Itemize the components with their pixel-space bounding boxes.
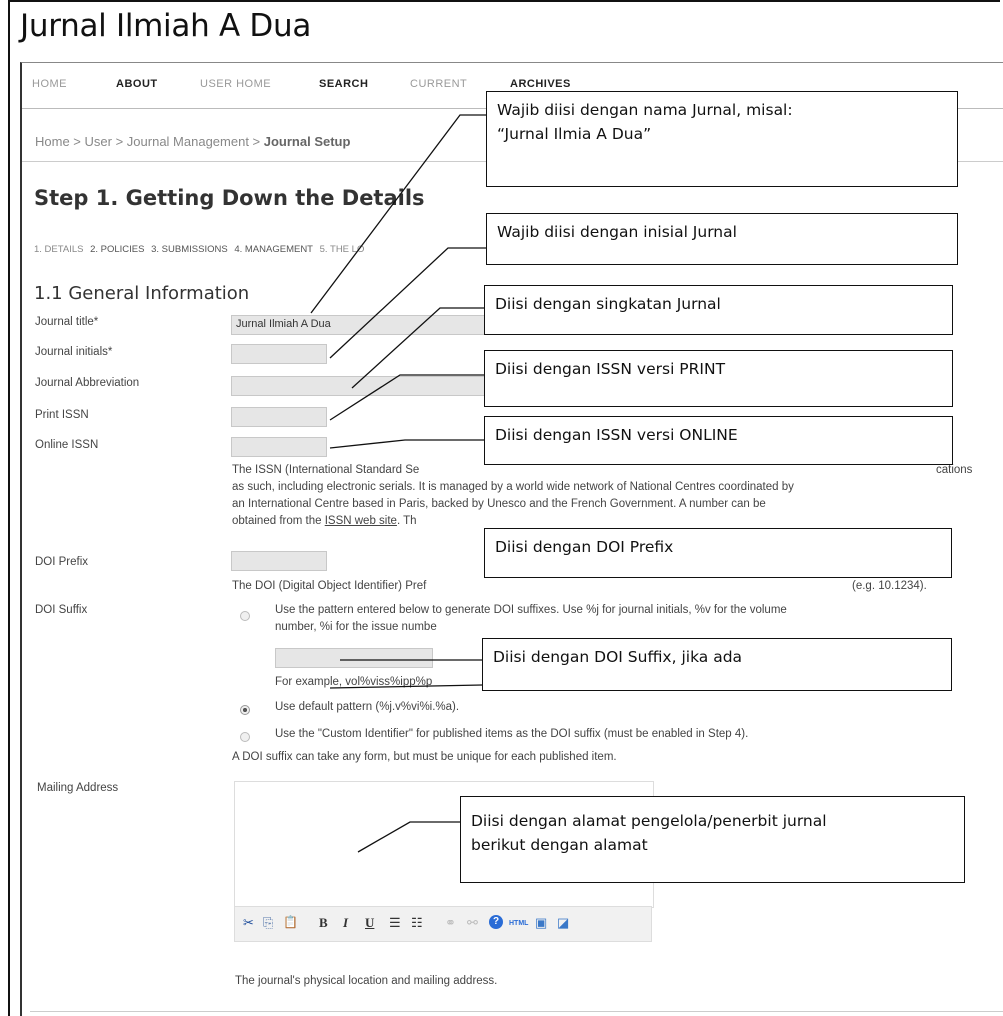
callout-mailing-address: Diisi dengan alamat pengelola/penerbit j… [460, 796, 965, 883]
callout-text: Diisi dengan alamat pengelola/penerbit j… [471, 812, 827, 830]
callout-text: Wajib diisi dengan nama Jurnal, misal: [497, 101, 793, 119]
callout-text: “Jurnal Ilmia A Dua” [497, 125, 652, 143]
callout-online-issn: Diisi dengan ISSN versi ONLINE [484, 416, 953, 465]
callout-text: berikut dengan alamat [471, 836, 648, 854]
callout-journal-abbreviation: Diisi dengan singkatan Jurnal [484, 285, 953, 335]
callout-journal-title: Wajib diisi dengan nama Jurnal, misal: “… [486, 91, 958, 187]
callout-print-issn: Diisi dengan ISSN versi PRINT [484, 350, 953, 407]
callout-doi-prefix: Diisi dengan DOI Prefix [484, 528, 952, 578]
callout-journal-initials: Wajib diisi dengan inisial Jurnal [486, 213, 958, 265]
callout-doi-suffix: Diisi dengan DOI Suffix, jika ada [482, 638, 952, 691]
